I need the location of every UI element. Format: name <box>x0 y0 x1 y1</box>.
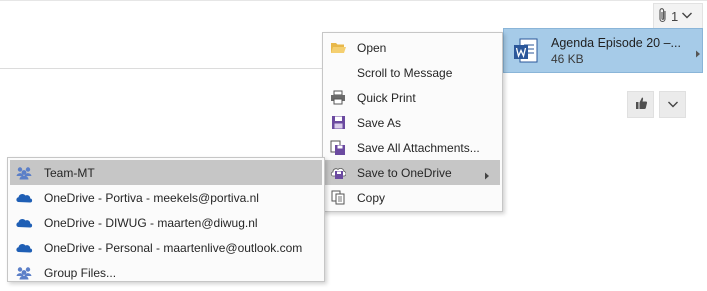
submenu-item-group-files[interactable]: Group Files... <box>10 260 322 285</box>
menu-item-label: Save All Attachments... <box>357 140 480 155</box>
attachment-card[interactable]: Agenda Episode 20 –... 46 KB <box>503 28 703 73</box>
onedrive-cloud-icon <box>15 190 33 206</box>
chevron-down-icon <box>667 98 679 112</box>
menu-item-label: Copy <box>357 190 386 205</box>
menu-item-save-to-onedrive[interactable]: Save to OneDrive <box>325 160 500 185</box>
menu-item-save-as[interactable]: Save As <box>325 110 500 135</box>
attachment-count: 1 <box>671 8 679 24</box>
submenu-item-label: OneDrive - DIWUG - maarten@diwug.nl <box>44 215 258 230</box>
word-document-icon <box>513 37 539 65</box>
like-button[interactable] <box>627 91 654 118</box>
folder-open-icon <box>330 40 346 56</box>
menu-item-save-all-attachments[interactable]: Save All Attachments... <box>325 135 500 160</box>
menu-item-quick-print[interactable]: Quick Print <box>325 85 500 110</box>
menu-item-label: Open <box>357 40 387 55</box>
menu-item-label: Save As <box>357 115 402 130</box>
save-icon <box>330 115 346 131</box>
menu-item-copy[interactable]: Copy <box>325 185 500 210</box>
paperclip-icon <box>658 7 668 26</box>
submenu-item-label: Team-MT <box>44 165 95 180</box>
submenu-item-label: OneDrive - Portiva - meekels@portiva.nl <box>44 190 259 205</box>
submenu-item-label: OneDrive - Personal - maartenlive@outloo… <box>44 240 303 255</box>
submenu-item-onedrive-diwug[interactable]: OneDrive - DIWUG - maarten@diwug.nl <box>10 210 322 235</box>
attachment-menu-arrow-icon[interactable] <box>694 47 702 57</box>
thumbs-up-icon <box>634 96 648 113</box>
menu-item-scroll-to-message[interactable]: Scroll to Message <box>325 60 500 85</box>
attachment-name: Agenda Episode 20 –... <box>551 35 681 50</box>
attachment-size: 46 KB <box>551 51 584 66</box>
submenu-item-onedrive-personal[interactable]: OneDrive - Personal - maartenlive@outloo… <box>10 235 322 260</box>
header-divider <box>0 68 322 69</box>
header-divider-top <box>0 0 707 1</box>
onedrive-cloud-icon <box>15 215 33 231</box>
menu-item-label: Save to OneDrive <box>357 165 452 180</box>
empty-icon-slot <box>330 65 346 81</box>
submenu-arrow-icon <box>484 169 490 180</box>
submenu-item-team-mt[interactable]: Team-MT <box>10 160 322 185</box>
attachment-context-menu: Open Scroll to Message Quick Print Save … <box>322 32 503 212</box>
more-reactions-button[interactable] <box>659 91 686 118</box>
submenu-item-label: Group Files... <box>44 265 117 280</box>
printer-icon <box>330 90 346 106</box>
group-icon <box>15 265 33 281</box>
group-icon <box>15 165 33 181</box>
menu-item-open[interactable]: Open <box>325 35 500 60</box>
menu-item-label: Scroll to Message <box>357 65 453 80</box>
save-all-icon <box>330 140 346 156</box>
copy-icon <box>330 190 346 206</box>
onedrive-submenu: Team-MT OneDrive - Portiva - meekels@por… <box>7 157 325 282</box>
chevron-down-icon[interactable] <box>681 9 693 23</box>
onedrive-cloud-icon <box>15 240 33 256</box>
submenu-item-onedrive-portiva[interactable]: OneDrive - Portiva - meekels@portiva.nl <box>10 185 322 210</box>
save-cloud-icon <box>330 165 346 181</box>
attachment-count-button[interactable]: 1 <box>653 3 703 29</box>
menu-item-label: Quick Print <box>357 90 416 105</box>
